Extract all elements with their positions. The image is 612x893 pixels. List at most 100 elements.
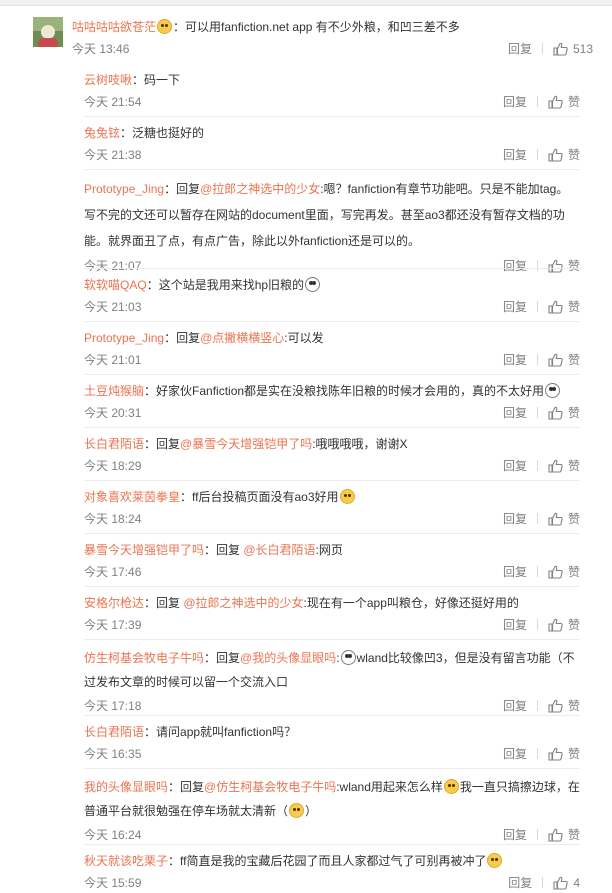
thumbs-up-icon <box>548 353 563 367</box>
reply-button[interactable]: 回复 <box>503 699 527 713</box>
thumbs-up-icon <box>548 148 563 162</box>
timestamp: 今天 21:38 <box>84 148 142 162</box>
reply-button[interactable]: 回复 <box>503 747 527 761</box>
like-button[interactable]: 赞 <box>548 95 580 109</box>
timestamp: 今天 21:03 <box>84 300 142 314</box>
reply-item: 软软喵QAQ：这个站是我用来找hp旧粮的 今天 21:03 回复赞 <box>84 277 580 314</box>
divider <box>84 844 580 845</box>
thumbs-up-icon <box>548 699 563 713</box>
timestamp: 今天 18:29 <box>84 459 142 473</box>
like-count: 513 <box>572 42 593 56</box>
reply-item: 对象喜欢莱茵拳皇：ff后台投稿页面没有ao3好用 今天 18:24 回复赞 <box>84 489 580 526</box>
divider <box>84 639 580 640</box>
divider <box>84 169 580 170</box>
timestamp: 今天 16:24 <box>84 828 142 842</box>
like-button[interactable]: 赞 <box>548 406 580 420</box>
reply-button[interactable]: 回复 <box>503 828 527 842</box>
mention-link[interactable]: @我的头像显眼吗 <box>240 651 336 665</box>
thumbs-up-icon <box>548 459 563 473</box>
divider <box>84 480 580 481</box>
like-button[interactable]: 赞 <box>548 618 580 632</box>
reply-button[interactable]: 回复 <box>503 300 527 314</box>
mention-link[interactable]: @长白君陌语 <box>243 543 315 557</box>
reply-button[interactable]: 回复 <box>508 876 532 890</box>
username-link[interactable]: 长白君陌语 <box>84 437 144 451</box>
like-button[interactable]: 4 <box>553 876 580 890</box>
thumbs-up-icon <box>548 828 563 842</box>
timestamp: 今天 21:01 <box>84 353 142 367</box>
reply-button[interactable]: 回复 <box>503 618 527 632</box>
divider <box>84 268 580 269</box>
username-link[interactable]: 咕咕咕咕欲苍茫 <box>72 20 156 34</box>
divider <box>84 533 580 534</box>
reply-item: 长白君陌语：回复@暴雪今天增强铠甲了吗:哦哦哦哦，谢谢X 今天 18:29 回复… <box>84 437 580 473</box>
reply-item: 云树吱啾：码一下 今天 21:54 回复赞 <box>84 73 580 109</box>
like-button[interactable]: 赞 <box>548 459 580 473</box>
reply-button[interactable]: 回复 <box>503 259 527 273</box>
like-button[interactable]: 赞 <box>548 300 580 314</box>
thumbs-up-icon <box>548 95 563 109</box>
mention-link[interactable]: @暴雪今天增强铠甲了吗 <box>180 437 312 451</box>
like-button[interactable]: 赞 <box>548 259 580 273</box>
thumbs-up-icon <box>548 618 563 632</box>
like-button[interactable]: 赞 <box>548 148 580 162</box>
username-link[interactable]: 长白君陌语 <box>84 725 144 739</box>
reply-button[interactable]: 回复 <box>508 42 532 56</box>
username-link[interactable]: Prototype_Jing <box>84 331 164 345</box>
mention-link[interactable]: @拉郎之神选中的少女 <box>200 182 320 196</box>
reply-item: 土豆炖猴脑：好家伙Fanfiction都是实在没粮找陈年旧粮的时候才会用的，真的… <box>84 383 580 420</box>
emoji-icon <box>545 383 561 398</box>
thumbs-up-icon <box>548 565 563 579</box>
reply-item: 兔兔铉：泛糖也挺好的 今天 21:38 回复赞 <box>84 126 580 162</box>
username-link[interactable]: 暴雪今天增强铠甲了吗 <box>84 543 204 557</box>
timestamp: 今天 17:18 <box>84 699 142 713</box>
divider <box>84 116 580 117</box>
username-link[interactable]: 软软喵QAQ <box>84 278 147 292</box>
username-link[interactable]: 对象喜欢莱茵拳皇 <box>84 490 180 504</box>
reply-button[interactable]: 回复 <box>503 512 527 526</box>
reply-item: 我的头像显眼吗：回复@仿生柯基会牧电子牛吗:wland用起来怎么样 我一直只搞擦边… <box>84 779 580 842</box>
thumbs-up-icon <box>548 406 563 420</box>
username-link[interactable]: 兔兔铉 <box>84 126 120 140</box>
mention-link[interactable]: @仿生柯基会牧电子牛吗 <box>204 780 336 794</box>
reply-button[interactable]: 回复 <box>503 148 527 162</box>
divider <box>84 768 580 769</box>
timestamp: 今天 21:54 <box>84 95 142 109</box>
like-button[interactable]: 513 <box>553 42 593 56</box>
avatar[interactable] <box>33 17 63 47</box>
like-button[interactable]: 赞 <box>548 747 580 761</box>
reply-button[interactable]: 回复 <box>503 459 527 473</box>
reply-button[interactable]: 回复 <box>503 95 527 109</box>
username-link[interactable]: 安格尔枪达 <box>84 596 144 610</box>
like-button[interactable]: 赞 <box>548 828 580 842</box>
username-link[interactable]: 秋天就该吃栗子 <box>84 854 168 868</box>
username-link[interactable]: 仿生柯基会牧电子牛吗 <box>84 651 204 665</box>
username-link[interactable]: 云树吱啾 <box>84 73 132 87</box>
reply-item: 仿生柯基会牧电子牛吗：回复@我的头像显眼吗: wland比较像凹3，但是没有留言功… <box>84 650 580 713</box>
timestamp: 今天 16:35 <box>84 747 142 761</box>
like-button[interactable]: 赞 <box>548 699 580 713</box>
reply-button[interactable]: 回复 <box>503 353 527 367</box>
mention-link[interactable]: @点撇横横竖心 <box>200 331 284 345</box>
divider <box>84 586 580 587</box>
timestamp: 今天 15:59 <box>84 876 142 890</box>
emoji-icon <box>339 489 355 504</box>
like-button[interactable]: 赞 <box>548 565 580 579</box>
username-link[interactable]: 我的头像显眼吗 <box>84 780 168 794</box>
reply-item: 秋天就该吃栗子：ff简直是我的宝藏后花园了而且人家都过气了可别再被冲了 今天 1… <box>84 853 580 890</box>
thumbs-up-icon <box>548 512 563 526</box>
emoji-icon <box>340 650 356 665</box>
timestamp: 今天 21:07 <box>84 259 142 273</box>
username-link[interactable]: 土豆炖猴脑 <box>84 384 144 398</box>
username-link[interactable]: Prototype_Jing <box>84 182 164 196</box>
thumbs-up-icon <box>548 747 563 761</box>
mention-link[interactable]: @拉郎之神选中的少女 <box>183 596 303 610</box>
reply-item: Prototype_Jing：回复@点撇横横竖心:可以发 今天 21:01 回复… <box>84 331 580 367</box>
like-button[interactable]: 赞 <box>548 512 580 526</box>
timestamp: 今天 18:24 <box>84 512 142 526</box>
reply-button[interactable]: 回复 <box>503 565 527 579</box>
like-button[interactable]: 赞 <box>548 353 580 367</box>
reply-item: 长白君陌语：请问app就叫fanfiction吗？ 今天 16:35 回复赞 <box>84 725 580 761</box>
comment-text: 咕咕咕咕欲苍茫 ：可以用fanfiction.net app 有不少外粮，和凹三差… <box>72 19 460 34</box>
reply-button[interactable]: 回复 <box>503 406 527 420</box>
